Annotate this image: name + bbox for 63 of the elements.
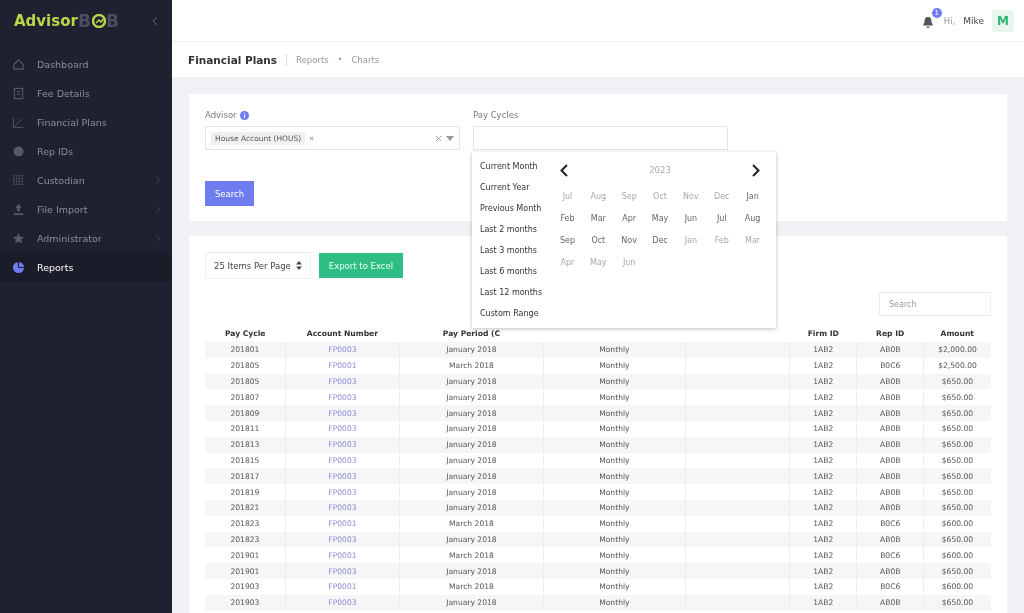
month-option[interactable]: Feb — [552, 214, 583, 223]
chart-icon — [12, 116, 25, 129]
pie-chart-icon — [12, 261, 25, 274]
sidebar-item[interactable]: Financial Plans — [0, 108, 172, 137]
field-label: Pay Cycles — [473, 110, 519, 120]
sidebar-item[interactable]: Custodian — [0, 166, 172, 195]
range-option[interactable]: Previous Month — [480, 198, 543, 219]
home-icon — [12, 58, 25, 71]
badge-icon — [12, 145, 25, 158]
logo-text: B — [77, 11, 92, 31]
month-option[interactable]: Jan — [737, 192, 768, 201]
month-option[interactable]: Sep — [552, 236, 583, 245]
previous-icon[interactable] — [560, 163, 569, 177]
month-option[interactable]: Aug — [737, 214, 768, 223]
grid-icon — [12, 174, 25, 187]
greeting-text: Hi, — [943, 15, 956, 26]
caret-icon[interactable] — [446, 135, 454, 141]
month-option[interactable]: Apr — [613, 214, 645, 223]
sidebar-item[interactable]: Rep IDs — [0, 137, 172, 166]
range-option[interactable]: Last 6 months — [480, 261, 543, 282]
logo-text: Advisor — [14, 12, 78, 30]
search-button[interactable]: Search — [205, 181, 254, 206]
month-option[interactable]: May — [644, 214, 676, 223]
sidebar-item[interactable]: Dashboard — [0, 50, 172, 79]
range-option[interactable]: Current Month — [480, 156, 543, 177]
bell-icon[interactable] — [921, 15, 934, 29]
sidebar-item[interactable]: Reports — [0, 253, 172, 282]
range-option[interactable]: Current Year — [480, 177, 543, 198]
breadcrumb-separator: • — [337, 55, 343, 64]
logo-icon — [91, 14, 106, 28]
pay-cycles-field[interactable] — [473, 126, 728, 150]
star-icon — [12, 232, 25, 245]
user-name: Mike — [963, 15, 984, 26]
sidebar-item[interactable]: File Import — [0, 195, 172, 224]
page-size-select[interactable]: 25 Items Per Page — [205, 252, 311, 279]
sidebar-item[interactable]: Administrator — [0, 224, 172, 253]
month-option[interactable]: Dec — [644, 236, 676, 245]
export-button[interactable]: Export to Excel — [318, 253, 404, 278]
search-field[interactable]: Search — [879, 292, 991, 316]
document-icon — [12, 87, 25, 100]
month-option[interactable]: Oct — [582, 236, 614, 245]
user-avatar[interactable]: M — [992, 9, 1014, 32]
range-option[interactable]: Custom Range — [480, 303, 543, 324]
breadcrumb-item[interactable]: Charts — [351, 54, 380, 65]
info-icon — [239, 110, 249, 120]
sort-icon — [295, 261, 302, 270]
month-option[interactable]: Jul — [706, 214, 738, 223]
year-label: 2023 — [649, 165, 671, 175]
upload-icon — [12, 203, 25, 216]
range-option[interactable]: Last 2 months — [480, 219, 543, 240]
field-label: Advisor — [205, 110, 237, 120]
page-title: Financial Plans — [188, 53, 288, 66]
next-icon[interactable] — [752, 163, 760, 177]
chevron-left-icon[interactable] — [152, 16, 158, 26]
range-option[interactable]: Last 3 months — [480, 240, 543, 261]
breadcrumb-item[interactable]: Reports — [296, 54, 329, 65]
month-option[interactable]: Mar — [582, 214, 614, 223]
month-option[interactable]: Nov — [613, 236, 645, 245]
range-option[interactable]: Last 12 months — [480, 282, 543, 303]
month-option[interactable]: Jun — [675, 214, 707, 223]
clear-icon[interactable] — [435, 134, 442, 142]
sidebar-item[interactable]: Fee Details — [0, 79, 172, 108]
remove-icon[interactable] — [309, 135, 315, 141]
